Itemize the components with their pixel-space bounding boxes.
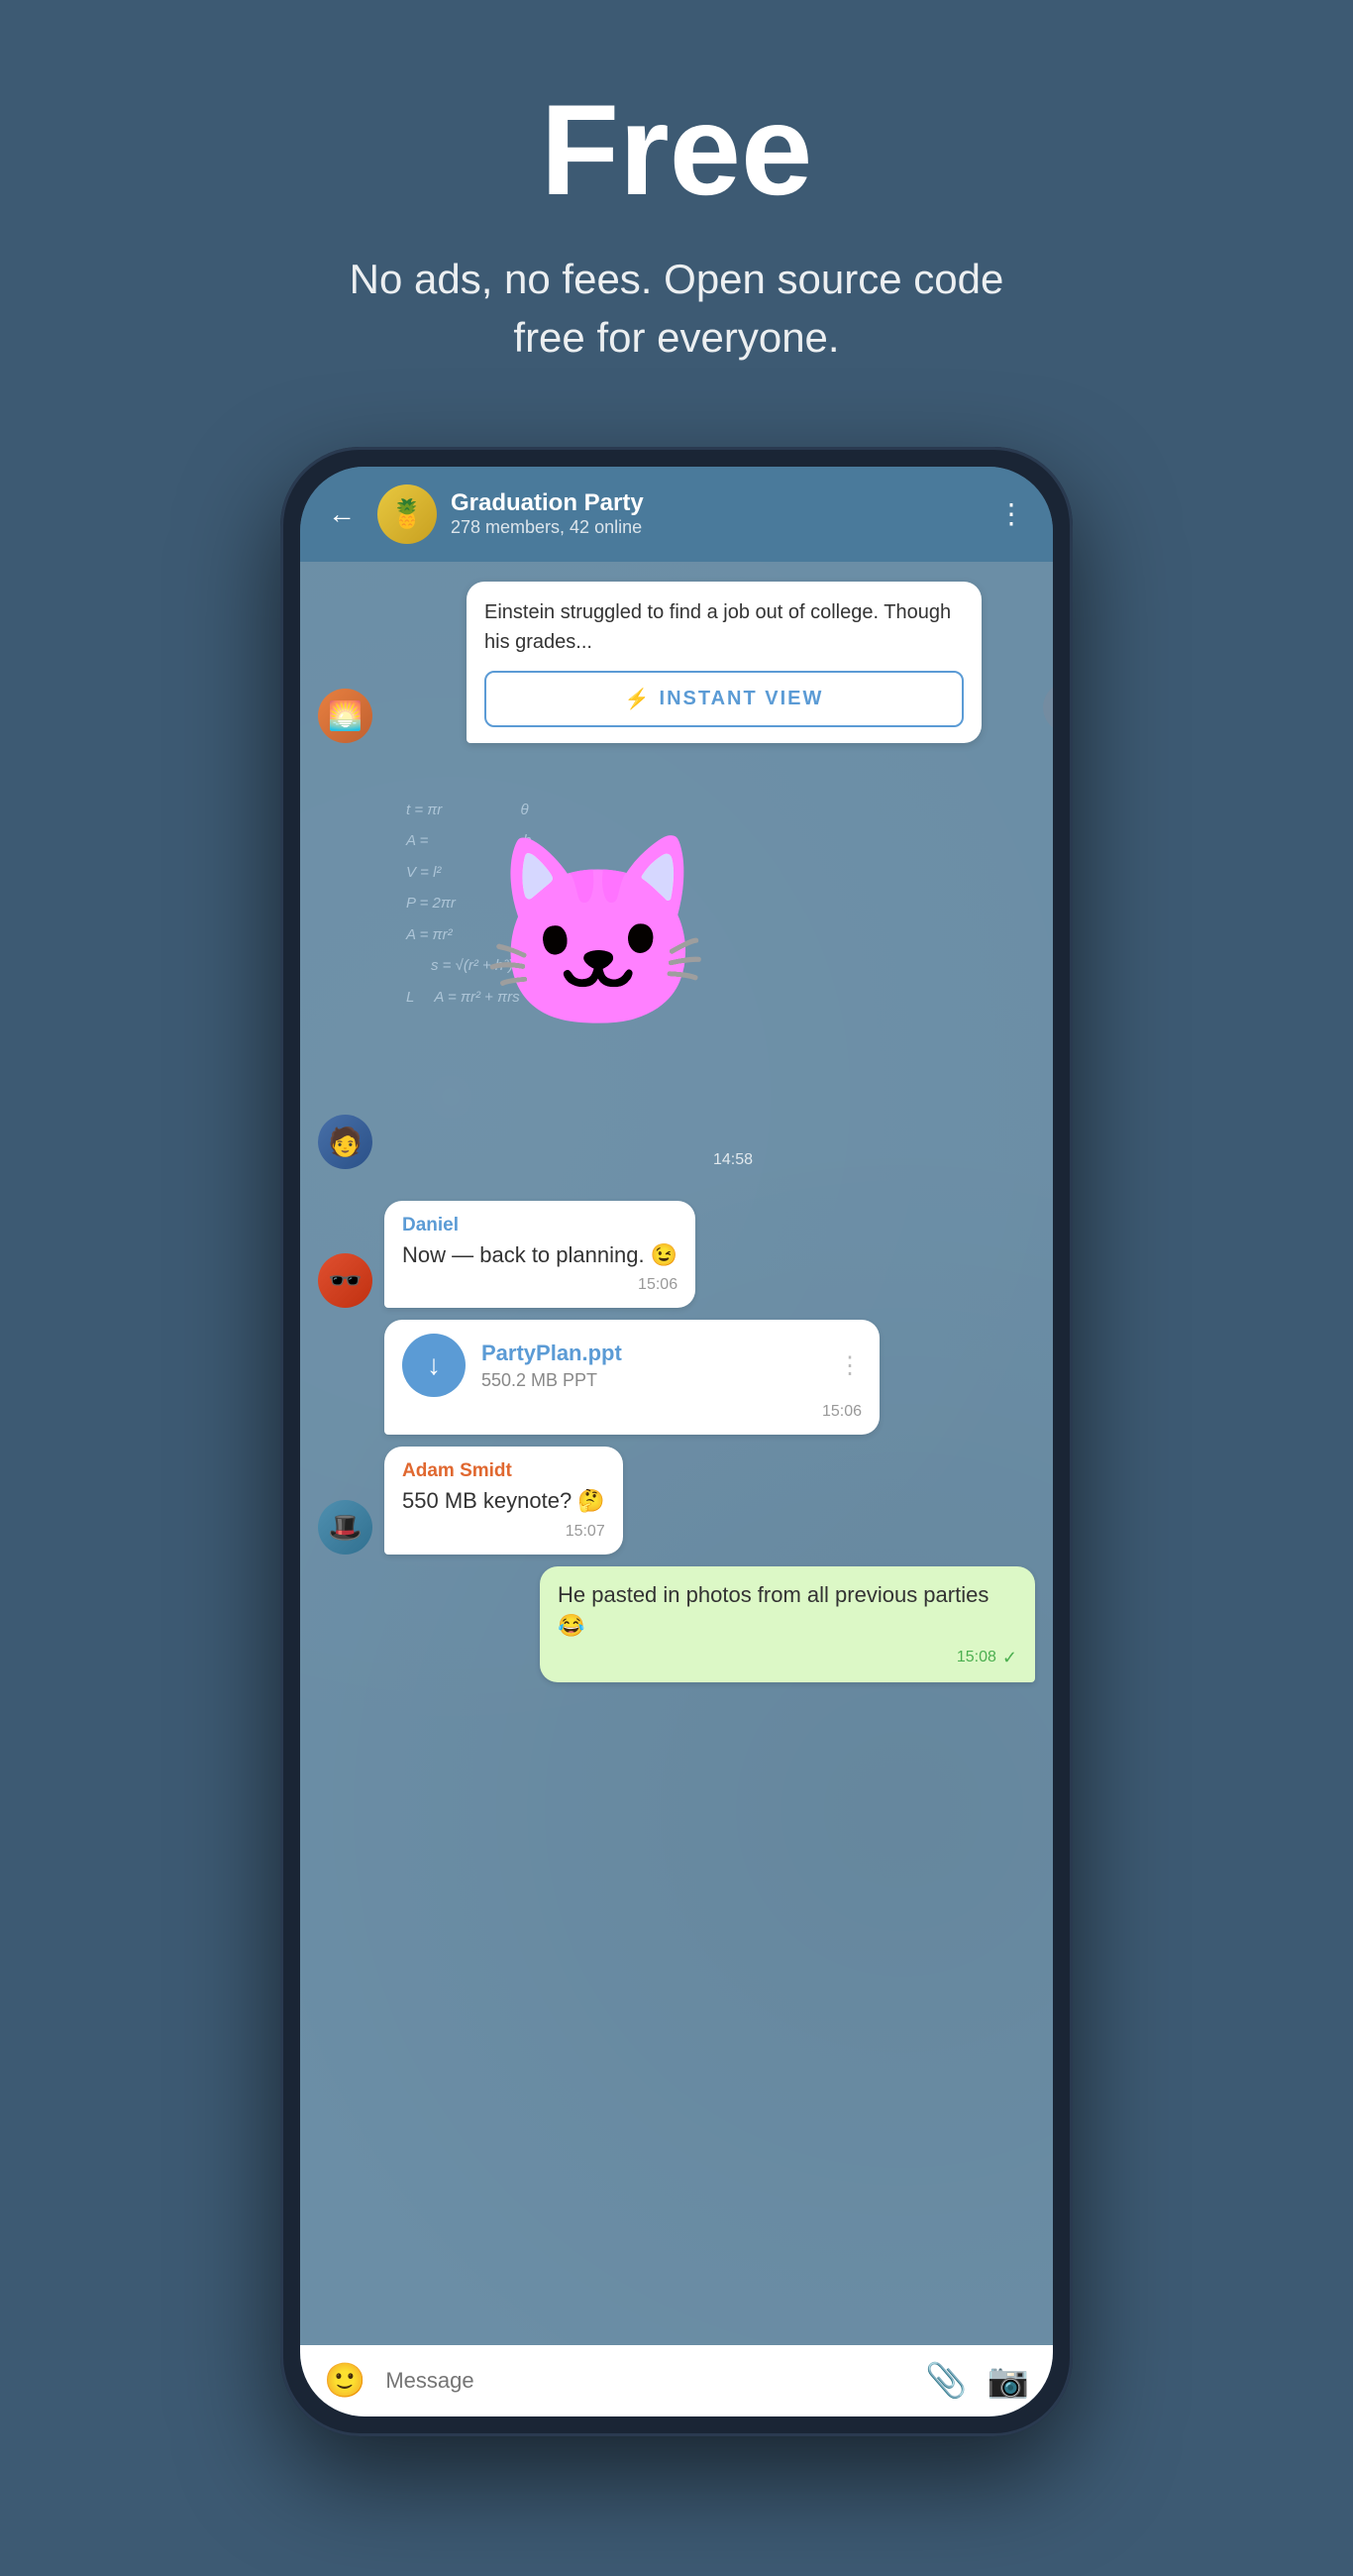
share-button[interactable]: ↗ bbox=[1043, 682, 1053, 733]
file-size: 550.2 MB PPT bbox=[481, 1370, 822, 1391]
message-time: 15:07 bbox=[566, 1523, 605, 1541]
file-info: PartyPlan.ppt 550.2 MB PPT bbox=[481, 1341, 822, 1391]
file-message-row: ↓ PartyPlan.ppt 550.2 MB PPT ⋮ 15:06 bbox=[384, 1320, 1035, 1435]
sender-name: Daniel bbox=[402, 1215, 677, 1236]
paperclip-icon: 📎 bbox=[925, 2362, 967, 2400]
own-bubble: He pasted in photos from all previous pa… bbox=[540, 1566, 1035, 1682]
sticker-sender-avatar: 🧑 bbox=[318, 1115, 372, 1169]
adam-bubble: Adam Smidt 550 MB keynote? 🤔 15:07 bbox=[384, 1447, 623, 1555]
phone-mockup: ← 🍍 Graduation Party 278 members, 42 onl… bbox=[280, 447, 1073, 2436]
daniel-bubble: Daniel Now — back to planning. 😉 15:06 bbox=[384, 1201, 695, 1309]
message-input[interactable] bbox=[385, 2364, 905, 2398]
own-message-time: 15:08 bbox=[957, 1649, 996, 1666]
chat-meta: 278 members, 42 online bbox=[451, 517, 976, 538]
avatar-image: 🎩 bbox=[318, 1500, 372, 1555]
adam-avatar: 🎩 bbox=[318, 1500, 372, 1555]
read-receipt-icon: ✓ bbox=[1002, 1648, 1017, 1668]
article-message: 🌅 Einstein struggled to find a job out o… bbox=[387, 582, 1035, 743]
phone-inner: ← 🍍 Graduation Party 278 members, 42 onl… bbox=[300, 467, 1053, 2416]
input-bar: 🙂 📎 📷 bbox=[300, 2345, 1053, 2416]
chat-avatar: 🍍 bbox=[377, 484, 437, 544]
avatar-image: 🌅 bbox=[318, 689, 372, 743]
file-bubble: ↓ PartyPlan.ppt 550.2 MB PPT ⋮ 15:06 bbox=[384, 1320, 880, 1435]
daniel-avatar: 🕶️ bbox=[318, 1253, 372, 1308]
message-text: 550 MB keynote? 🤔 bbox=[402, 1486, 605, 1517]
message-footer: 15:07 bbox=[402, 1523, 605, 1541]
back-button[interactable]: ← bbox=[320, 494, 364, 534]
sticker-container: t = πr θ A = h V = l² s P = 2πr A = πr² … bbox=[386, 785, 763, 1169]
instant-view-label: INSTANT VIEW bbox=[660, 688, 824, 710]
hero-section: Free No ads, no fees. Open source code f… bbox=[290, 0, 1063, 427]
camera-button[interactable]: 📷 bbox=[988, 2361, 1029, 2401]
chat-name: Graduation Party bbox=[451, 489, 976, 517]
file-header: ↓ PartyPlan.ppt 550.2 MB PPT ⋮ bbox=[402, 1334, 862, 1397]
file-more-button[interactable]: ⋮ bbox=[838, 1351, 862, 1380]
file-name: PartyPlan.ppt bbox=[481, 1341, 822, 1366]
camera-icon: 📷 bbox=[988, 2362, 1029, 2400]
avatar-image: 🕶️ bbox=[318, 1253, 372, 1308]
lightning-icon: ⚡ bbox=[625, 687, 650, 711]
chat-header: ← 🍍 Graduation Party 278 members, 42 onl… bbox=[300, 467, 1053, 562]
sender-avatar: 🌅 bbox=[318, 689, 372, 743]
avatar-image: 🧑 bbox=[318, 1115, 372, 1169]
download-icon: ↓ bbox=[427, 1349, 441, 1381]
message-row-adam: 🎩 Adam Smidt 550 MB keynote? 🤔 15:07 bbox=[318, 1447, 1035, 1555]
attach-button[interactable]: 📎 bbox=[925, 2361, 967, 2401]
own-message-footer: 15:08 ✓ bbox=[558, 1648, 1017, 1668]
sticker-message: 🧑 t = πr θ A = h V = l² s bbox=[318, 785, 1035, 1169]
sticker-wrapper: t = πr θ A = h V = l² s P = 2πr A = πr² … bbox=[386, 785, 763, 1161]
phone-outer: ← 🍍 Graduation Party 278 members, 42 onl… bbox=[280, 447, 1073, 2436]
cat-sticker: 🐱 bbox=[480, 825, 715, 1045]
download-button[interactable]: ↓ bbox=[402, 1334, 466, 1397]
sender-name: Adam Smidt bbox=[402, 1460, 605, 1482]
messages-area: 🌅 Einstein struggled to find a job out o… bbox=[300, 562, 1053, 2345]
file-time: 15:06 bbox=[822, 1403, 862, 1421]
group-avatar-image: 🍍 bbox=[377, 484, 437, 544]
file-footer: 15:06 bbox=[402, 1403, 862, 1421]
chat-info: Graduation Party 278 members, 42 online bbox=[451, 489, 976, 538]
article-bubble: Einstein struggled to find a job out of … bbox=[467, 582, 982, 743]
message-row-daniel: 🕶️ Daniel Now — back to planning. 😉 15:0… bbox=[318, 1201, 1035, 1309]
hero-title: Free bbox=[330, 79, 1023, 221]
more-button[interactable]: ⋮ bbox=[989, 493, 1033, 534]
message-footer: 15:06 bbox=[402, 1276, 677, 1294]
own-message-row: He pasted in photos from all previous pa… bbox=[318, 1566, 1035, 1682]
hero-subtitle: No ads, no fees. Open source code free f… bbox=[330, 251, 1023, 368]
instant-view-button[interactable]: ⚡ INSTANT VIEW bbox=[484, 671, 964, 727]
own-message-text: He pasted in photos from all previous pa… bbox=[558, 1580, 1017, 1642]
emoji-icon: 🙂 bbox=[324, 2362, 365, 2400]
message-time: 15:06 bbox=[638, 1276, 677, 1294]
emoji-button[interactable]: 🙂 bbox=[324, 2361, 365, 2401]
article-preview-text: Einstein struggled to find a job out of … bbox=[484, 597, 964, 657]
message-text: Now — back to planning. 😉 bbox=[402, 1240, 677, 1271]
